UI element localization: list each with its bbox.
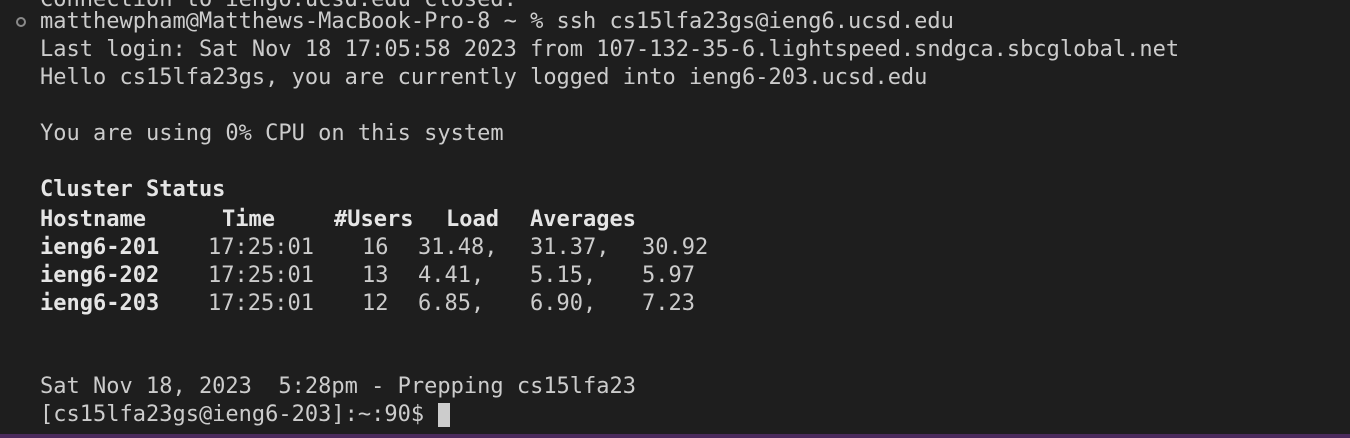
row-load-5: 6.90, xyxy=(530,291,597,316)
header-averages: Averages xyxy=(530,207,636,232)
row-load-15: 5.97 xyxy=(642,263,695,288)
row-users: 12 xyxy=(362,291,389,316)
cpu-usage-line: You are using 0% CPU on this system xyxy=(40,121,504,146)
cluster-status-table: Hostname Time #Users Load Averages ieng6… xyxy=(40,206,708,318)
hello-line: Hello cs15lfa23gs, you are currently log… xyxy=(40,65,928,90)
header-time: Time xyxy=(222,207,275,232)
row-load-1: 6.85, xyxy=(418,291,485,316)
row-time: 17:25:01 xyxy=(208,235,314,260)
table-row: ieng6-203 17:25:01 12 6.85, 6.90, 7.23 xyxy=(40,290,695,318)
table-row: ieng6-202 17:25:01 13 4.41, 5.15, 5.97 xyxy=(40,262,695,290)
header-load: Load xyxy=(446,207,499,232)
prompt-line[interactable]: [cs15lfa23gs@ieng6-203]:~:90$ xyxy=(40,401,451,429)
shell-prompt: [cs15lfa23gs@ieng6-203]:~:90$ xyxy=(40,402,425,427)
row-load-1: 31.48, xyxy=(418,235,498,260)
row-users: 16 xyxy=(362,235,389,260)
row-hostname: ieng6-203 xyxy=(40,291,160,316)
row-hostname: ieng6-201 xyxy=(40,235,160,260)
row-users: 13 xyxy=(362,263,389,288)
ssh-command-line: matthewpham@Matthews-MacBook-Pro-8 ~ % s… xyxy=(40,9,954,34)
panel-bottom-border xyxy=(0,434,1350,438)
header-hostname: Hostname xyxy=(40,207,146,232)
text-cursor xyxy=(438,403,451,427)
row-time: 17:25:01 xyxy=(208,263,314,288)
cluster-status-title: Cluster Status xyxy=(40,177,226,202)
table-header-row: Hostname Time #Users Load Averages xyxy=(40,206,636,234)
terminal-window[interactable]: Connection to ieng6.ucsd.edu closed. mat… xyxy=(0,0,1350,438)
row-load-15: 30.92 xyxy=(642,235,709,260)
row-hostname: ieng6-202 xyxy=(40,263,160,288)
row-time: 17:25:01 xyxy=(208,291,314,316)
header-users: #Users xyxy=(334,207,414,232)
command-status-circle-icon[interactable] xyxy=(16,17,26,27)
row-load-5: 31.37, xyxy=(530,235,610,260)
date-line: Sat Nov 18, 2023 5:28pm - Prepping cs15l… xyxy=(40,374,637,399)
row-load-1: 4.41, xyxy=(418,263,485,288)
row-load-15: 7.23 xyxy=(642,291,695,316)
table-row: ieng6-201 17:25:01 16 31.48, 31.37, 30.9… xyxy=(40,234,708,262)
last-login-line: Last login: Sat Nov 18 17:05:58 2023 fro… xyxy=(40,37,1180,62)
row-load-5: 5.15, xyxy=(530,263,597,288)
